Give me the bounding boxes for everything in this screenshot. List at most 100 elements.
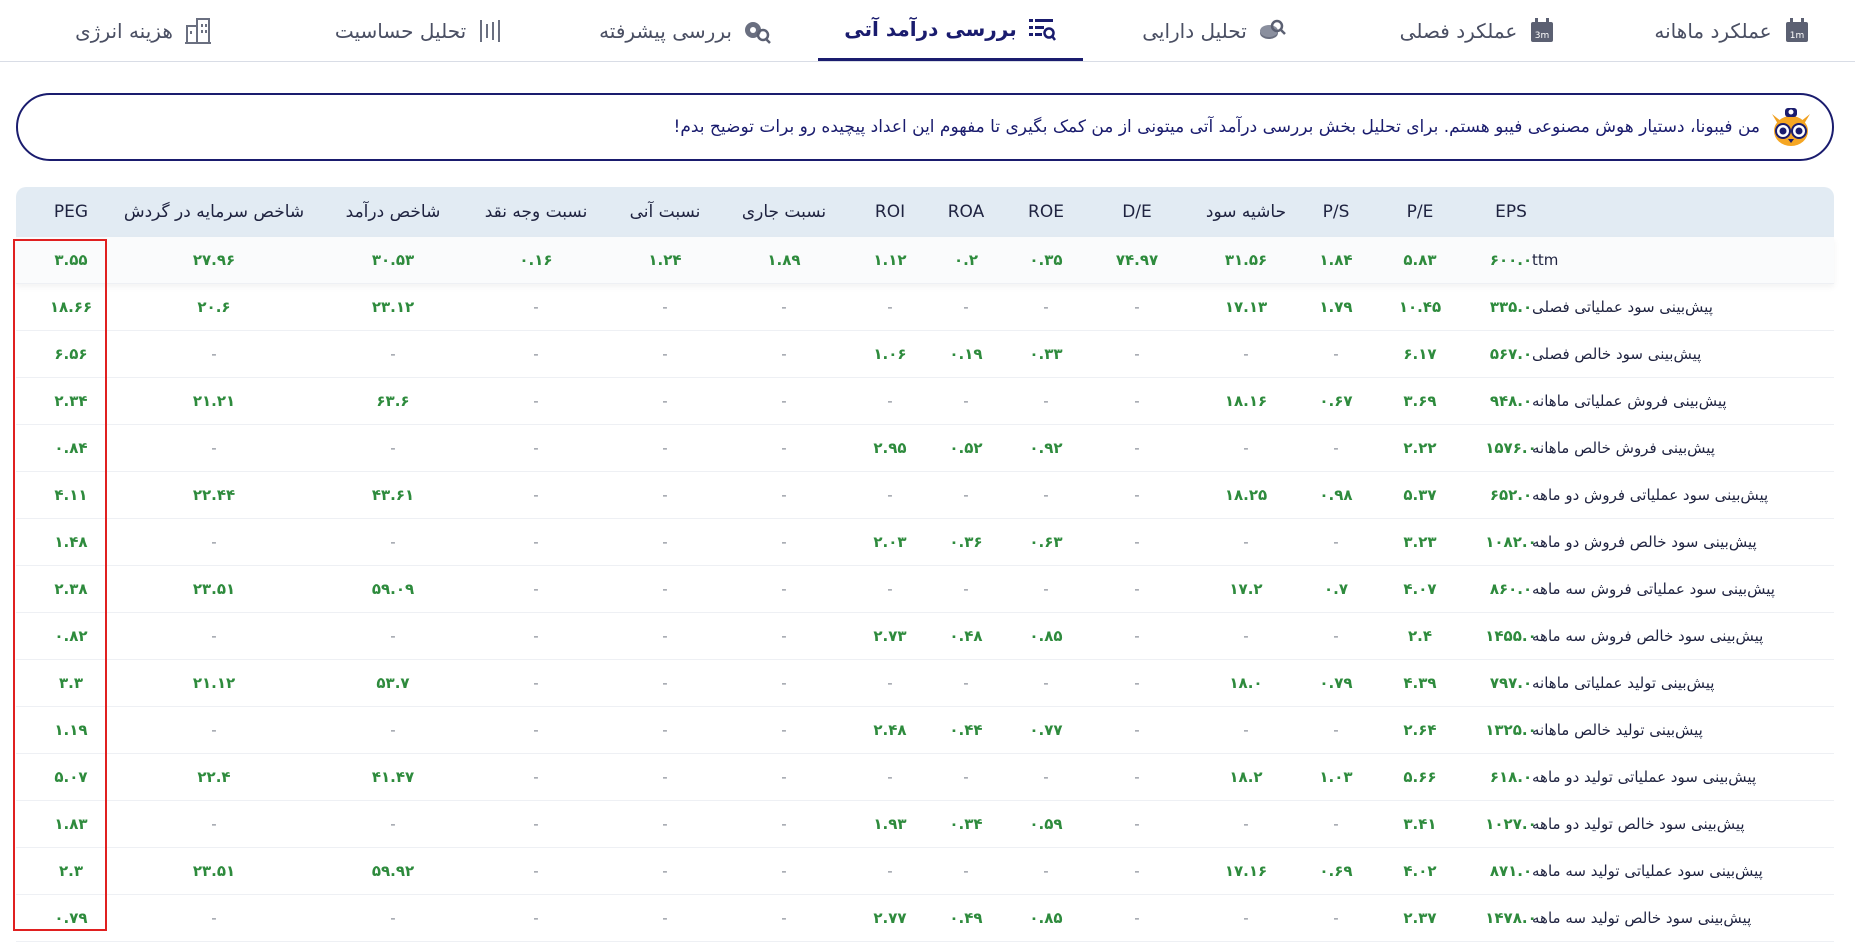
table-cell: ۱۷.۲ bbox=[1229, 580, 1263, 598]
tab-building[interactable]: هزینه انرژی bbox=[0, 0, 288, 61]
table-cell: ۰.۴۴ bbox=[949, 721, 983, 739]
table-cell: ۱.۰۳ bbox=[1319, 768, 1353, 786]
table-cell: - bbox=[963, 392, 969, 410]
table-row: پیش‌بینی سود خالص فروش سه ماهه ۱۴۵۵.۰ ۲.۴ -… bbox=[16, 613, 1834, 660]
table-cell: - bbox=[1333, 533, 1339, 551]
column-header[interactable]: P/E bbox=[1385, 187, 1455, 237]
table-cell: ۴.۰۲ bbox=[1403, 862, 1437, 880]
table-cell: - bbox=[781, 862, 787, 880]
table-cell: - bbox=[781, 439, 787, 457]
table-cell: ۲۳.۵۱ bbox=[192, 580, 236, 598]
column-header[interactable]: ROA bbox=[931, 187, 1001, 237]
table-cell: - bbox=[533, 721, 539, 739]
column-header[interactable]: نسبت جاری bbox=[729, 187, 839, 237]
table-cell: ۴۱.۴۷ bbox=[371, 768, 415, 786]
tab-coins-search[interactable]: تحلیل دارایی bbox=[1083, 0, 1346, 61]
column-header[interactable]: EPS bbox=[1466, 187, 1556, 237]
row-label: پیش‌بینی سود عملیاتی فروش سه ماهه bbox=[1532, 580, 1775, 598]
column-header[interactable]: شاخص سرمایه در گردش bbox=[114, 187, 314, 237]
table-cell: - bbox=[781, 345, 787, 363]
row-label: پیش‌بینی فروش عملیاتی ماهانه bbox=[1532, 392, 1727, 410]
table-cell: - bbox=[390, 627, 396, 645]
table-cell: ۲.۳۷ bbox=[1403, 909, 1437, 927]
table-cell: - bbox=[211, 815, 217, 833]
column-header[interactable]: ROI bbox=[855, 187, 925, 237]
table-cell: - bbox=[887, 580, 893, 598]
column-header[interactable]: شاخص درآمد bbox=[328, 187, 458, 237]
bars-icon bbox=[476, 16, 506, 46]
column-header[interactable]: نسبت آنی bbox=[615, 187, 715, 237]
table-cell: - bbox=[781, 627, 787, 645]
column-header[interactable]: D/E bbox=[1097, 187, 1177, 237]
table-cell: ۱۴۷۸.۰ bbox=[1485, 909, 1537, 927]
table-cell: ۰.۵۹ bbox=[1029, 815, 1063, 833]
table-cell: - bbox=[662, 627, 668, 645]
table-cell: ۸۷۱.۰ bbox=[1489, 862, 1533, 880]
table-cell: - bbox=[662, 486, 668, 504]
column-header[interactable]: ROE bbox=[1011, 187, 1081, 237]
table-cell: - bbox=[781, 392, 787, 410]
list-search-icon bbox=[1027, 14, 1057, 44]
table-cell: ۵.۶۶ bbox=[1403, 768, 1437, 786]
owl-icon bbox=[1768, 104, 1814, 150]
table-cell: - bbox=[211, 721, 217, 739]
table-cell: - bbox=[533, 439, 539, 457]
table-cell: ۱.۸۹ bbox=[767, 251, 801, 269]
table-cell: ۰.۳۶ bbox=[949, 533, 983, 551]
table-cell: - bbox=[211, 533, 217, 551]
table-cell: - bbox=[662, 580, 668, 598]
tab-calendar-3m[interactable]: 3m عملکرد فصلی bbox=[1346, 0, 1611, 61]
table-cell: - bbox=[390, 439, 396, 457]
table-cell: - bbox=[1333, 439, 1339, 457]
column-header[interactable]: نسبت وجه نقد bbox=[471, 187, 601, 237]
table-cell: - bbox=[963, 486, 969, 504]
peg-cell: ۰.۸۴ bbox=[54, 439, 88, 457]
table-cell: - bbox=[781, 815, 787, 833]
row-label: پیش‌بینی سود عملیاتی تولید سه ماهه bbox=[1532, 862, 1763, 880]
tab-list-search[interactable]: بررسی درآمد آتی bbox=[818, 0, 1083, 61]
tab-calendar-1m[interactable]: 1m عملکرد ماهانه bbox=[1611, 0, 1855, 61]
table-cell: - bbox=[533, 627, 539, 645]
tab-label: تحلیل حساسیت bbox=[334, 18, 467, 43]
table-cell: - bbox=[1243, 627, 1249, 645]
table-cell: ۰.۶۹ bbox=[1319, 862, 1353, 880]
table-cell: - bbox=[887, 392, 893, 410]
peg-cell: ۲.۳ bbox=[58, 862, 83, 880]
table-cell: - bbox=[1333, 345, 1339, 363]
assistant-message: من فیبونا، دستیار هوش مصنوعی فیبو هستم. … bbox=[673, 117, 1760, 137]
table-cell: - bbox=[887, 674, 893, 692]
tab-gears-search[interactable]: بررسی پیشرفته bbox=[553, 0, 818, 61]
table-cell: - bbox=[963, 674, 969, 692]
table-cell: - bbox=[963, 298, 969, 316]
table-cell: ۷۴.۹۷ bbox=[1115, 251, 1159, 269]
column-header[interactable]: حاشیه سود bbox=[1191, 187, 1301, 237]
table-cell: - bbox=[887, 862, 893, 880]
table-cell: ۱۸.۲ bbox=[1229, 768, 1263, 786]
table-cell: - bbox=[1134, 298, 1140, 316]
tab-label: عملکرد ماهانه bbox=[1654, 18, 1772, 43]
building-icon bbox=[183, 16, 213, 46]
table-cell: - bbox=[781, 674, 787, 692]
table-cell: ۱۳۲۵.۰ bbox=[1485, 721, 1537, 739]
table-cell: - bbox=[1333, 627, 1339, 645]
table-cell: ۱۰۸۲.۰ bbox=[1485, 533, 1537, 551]
table-cell: ۰.۹۲ bbox=[1029, 439, 1063, 457]
table-cell: ۵۶۷.۰ bbox=[1489, 345, 1533, 363]
assistant-banner[interactable]: من فیبونا، دستیار هوش مصنوعی فیبو هستم. … bbox=[16, 93, 1834, 161]
table-cell: - bbox=[1043, 486, 1049, 504]
column-header[interactable]: PEG bbox=[31, 187, 111, 237]
calendar-1m-icon: 1m bbox=[1782, 16, 1812, 46]
table-cell: ۶۳.۶ bbox=[376, 392, 410, 410]
table-cell: - bbox=[1243, 721, 1249, 739]
table-cell: ۱.۸۴ bbox=[1319, 251, 1353, 269]
table-cell: ۲.۷۳ bbox=[873, 627, 907, 645]
tab-label: تحلیل دارایی bbox=[1142, 18, 1247, 43]
tab-label: بررسی پیشرفته bbox=[599, 18, 732, 43]
table-cell: ۲۰.۶ bbox=[197, 298, 231, 316]
table-cell: - bbox=[781, 533, 787, 551]
table-cell: - bbox=[662, 392, 668, 410]
table-cell: ۲۲.۴۴ bbox=[192, 486, 236, 504]
column-header[interactable]: P/S bbox=[1301, 187, 1371, 237]
tab-bars[interactable]: تحلیل حساسیت bbox=[288, 0, 553, 61]
table-cell: ۱۰.۴۵ bbox=[1398, 298, 1442, 316]
